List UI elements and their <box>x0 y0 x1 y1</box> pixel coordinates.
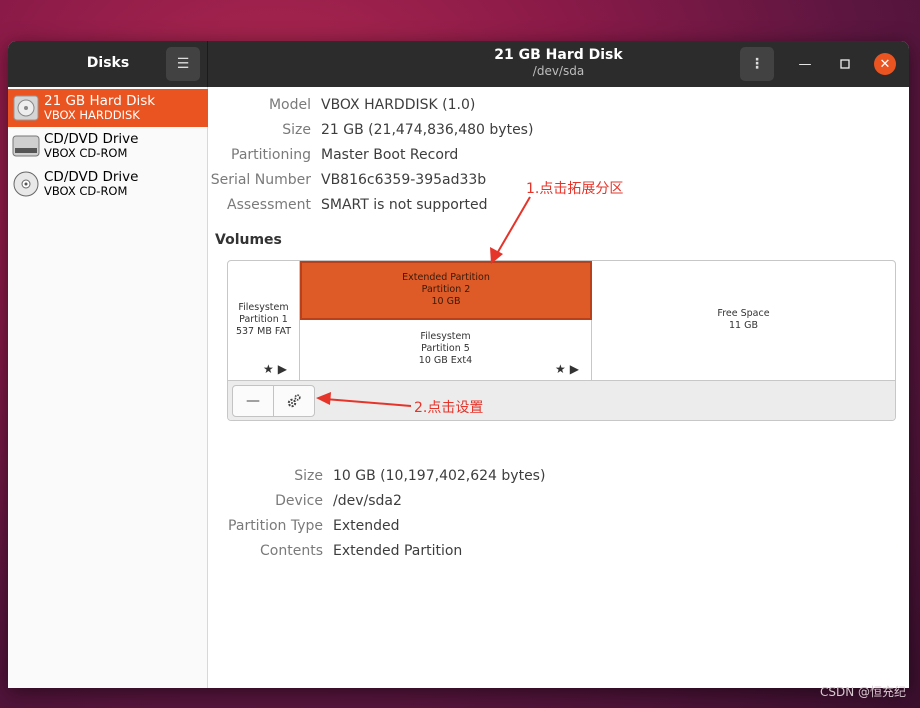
segment-line: Partition 5 <box>421 343 470 354</box>
minimize-button[interactable]: — <box>794 53 816 75</box>
kebab-menu-icon: ⋮ <box>750 56 764 72</box>
prop-label: Device <box>275 493 323 509</box>
close-button[interactable]: ✕ <box>874 53 896 75</box>
optical-drive-icon <box>12 135 40 157</box>
drive-model: VBOX CD-ROM <box>44 146 128 160</box>
titlebar: Disks ☰ 21 GB Hard Disk /dev/sda ⋮ — ✕ <box>8 41 909 87</box>
drive-list: 21 GB Hard Disk VBOX HARDDISK CD/DVD Dri… <box>8 87 208 688</box>
prop-value: Extended Partition <box>333 543 463 559</box>
partition-5-segment[interactable]: Filesystem Partition 5 10 GB Ext4 ★▶ <box>300 320 592 380</box>
prop-value: Master Boot Record <box>321 147 459 163</box>
prop-value: 21 GB (21,474,836,480 bytes) <box>321 122 534 138</box>
prop-label: Partitioning <box>231 147 311 163</box>
hamburger-icon: ☰ <box>176 56 190 72</box>
drive-name: CD/DVD Drive <box>44 169 139 185</box>
prop-value: VBOX HARDDISK (1.0) <box>321 97 476 113</box>
prop-value: VB816c6359-395ad33b <box>321 172 487 188</box>
free-space-segment[interactable]: Free Space 11 GB <box>592 261 895 380</box>
close-icon: ✕ <box>879 56 891 72</box>
partition-map: Filesystem Partition 1 537 MB FAT ★▶ Ext… <box>228 261 895 381</box>
prop-label: Serial Number <box>210 172 311 188</box>
drive-item-cdrom-1[interactable]: CD/DVD Drive VBOX CD-ROM <box>8 127 208 165</box>
prop-label: Partition Type <box>228 518 323 534</box>
minus-icon: — <box>246 393 260 409</box>
hard-disk-icon <box>13 95 39 121</box>
drive-name: CD/DVD Drive <box>44 131 139 147</box>
drive-item-cdrom-2[interactable]: CD/DVD Drive VBOX CD-ROM <box>8 165 208 203</box>
prop-value: /dev/sda2 <box>333 493 402 509</box>
optical-disc-icon <box>13 171 39 197</box>
segment-line: Partition 2 <box>421 284 471 295</box>
segment-line: 10 GB Ext4 <box>418 355 473 366</box>
segment-line: 11 GB <box>729 320 758 331</box>
drive-item-hard-disk[interactable]: 21 GB Hard Disk VBOX HARDDISK <box>8 89 208 127</box>
segment-line: 10 GB <box>431 296 461 307</box>
prop-label: Contents <box>260 543 323 559</box>
segment-line: Filesystem <box>420 331 471 342</box>
volumes-heading: Volumes <box>215 232 282 248</box>
titlebar-left: Disks ☰ <box>8 41 208 87</box>
segment-line: Extended Partition <box>402 272 490 283</box>
prop-label: Assessment <box>227 197 311 213</box>
minimize-icon: — <box>798 56 812 72</box>
drive-model: VBOX CD-ROM <box>44 184 128 198</box>
volumes-map: Filesystem Partition 1 537 MB FAT ★▶ Ext… <box>227 260 896 421</box>
drive-name: 21 GB Hard Disk <box>44 93 156 109</box>
extended-partition-segment[interactable]: Extended Partition Partition 2 10 GB <box>300 261 592 320</box>
partition-settings-button[interactable] <box>273 385 315 417</box>
segment-line: 537 MB FAT <box>235 326 292 337</box>
gears-icon <box>287 394 301 408</box>
mount-marks: ★▶ <box>555 362 583 376</box>
annotation-step-1: 1.点击拓展分区 <box>526 181 624 197</box>
segment-line: Filesystem <box>238 302 289 313</box>
delete-partition-button[interactable]: — <box>232 385 274 417</box>
drive-model: VBOX HARDDISK <box>44 108 140 122</box>
mount-marks: ★▶ <box>263 362 291 376</box>
segment-line: Partition 1 <box>239 314 288 325</box>
maximize-button[interactable] <box>834 53 856 75</box>
disks-window: Disks ☰ 21 GB Hard Disk /dev/sda ⋮ — ✕ 2… <box>8 41 909 688</box>
prop-value: 10 GB (10,197,402,624 bytes) <box>333 468 546 484</box>
maximize-icon <box>840 59 850 69</box>
hamburger-menu-button[interactable]: ☰ <box>166 47 200 81</box>
prop-label: Size <box>282 122 311 138</box>
prop-value: Extended <box>333 518 400 534</box>
volume-toolbar: — <box>228 380 895 420</box>
partition-1-segment[interactable]: Filesystem Partition 1 537 MB FAT ★▶ <box>228 261 300 380</box>
annotation-step-2: 2.点击设置 <box>414 400 484 416</box>
disk-menu-button[interactable]: ⋮ <box>740 47 774 81</box>
watermark: CSDN @恒充纪 <box>819 685 906 699</box>
prop-label: Model <box>268 97 311 113</box>
prop-value: SMART is not supported <box>321 197 488 213</box>
segment-line: Free Space <box>717 308 770 319</box>
prop-label: Size <box>294 468 323 484</box>
